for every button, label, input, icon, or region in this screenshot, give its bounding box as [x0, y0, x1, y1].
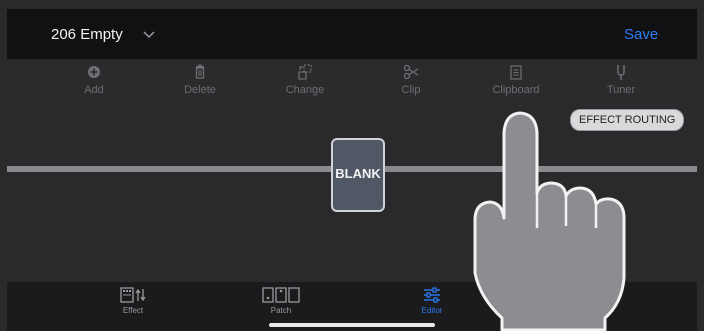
tab-patch[interactable]: Patch	[241, 286, 321, 315]
editor-icon	[424, 287, 440, 303]
plus-circle-icon	[88, 66, 100, 78]
clipboard-icon	[510, 65, 522, 80]
tab-effect-label: Effect	[122, 306, 144, 315]
effect-icon	[120, 287, 146, 303]
chevron-down-icon[interactable]	[143, 31, 155, 39]
home-indicator	[269, 323, 435, 327]
tab-patch-label: Patch	[270, 306, 292, 315]
tab-effect[interactable]: Effect	[93, 286, 173, 315]
patch-name[interactable]: 206 Empty	[51, 26, 123, 43]
tab-editor[interactable]: Editor	[392, 286, 472, 315]
clip-label: Clip	[401, 84, 421, 96]
scissors-icon	[403, 64, 419, 80]
tuning-fork-icon	[617, 65, 625, 80]
tab-editor-label: Editor	[421, 306, 443, 315]
clip-button[interactable]: Clip	[371, 63, 451, 96]
patch-icon	[262, 287, 300, 303]
blank-effect-block[interactable]: BLANK	[331, 138, 385, 212]
add-label: Add	[84, 84, 104, 96]
change-label: Change	[285, 84, 325, 96]
add-button[interactable]: Add	[54, 63, 134, 96]
clipboard-label: Clipboard	[492, 84, 540, 96]
tuner-label: Tuner	[606, 84, 636, 96]
change-button[interactable]: Change	[265, 63, 345, 96]
tuner-button[interactable]: Tuner	[581, 63, 661, 96]
trash-icon	[195, 64, 205, 79]
delete-label: Delete	[184, 84, 216, 96]
swap-icon	[298, 64, 312, 80]
pointing-hand-icon	[473, 111, 626, 331]
delete-button[interactable]: Delete	[160, 63, 240, 96]
save-button[interactable]: Save	[624, 26, 658, 43]
clipboard-button[interactable]: Clipboard	[476, 63, 556, 96]
toolbar: Add Delete Change Clip Clipboard Tuner	[7, 59, 697, 106]
top-bar: 206 Empty Save	[7, 9, 697, 59]
